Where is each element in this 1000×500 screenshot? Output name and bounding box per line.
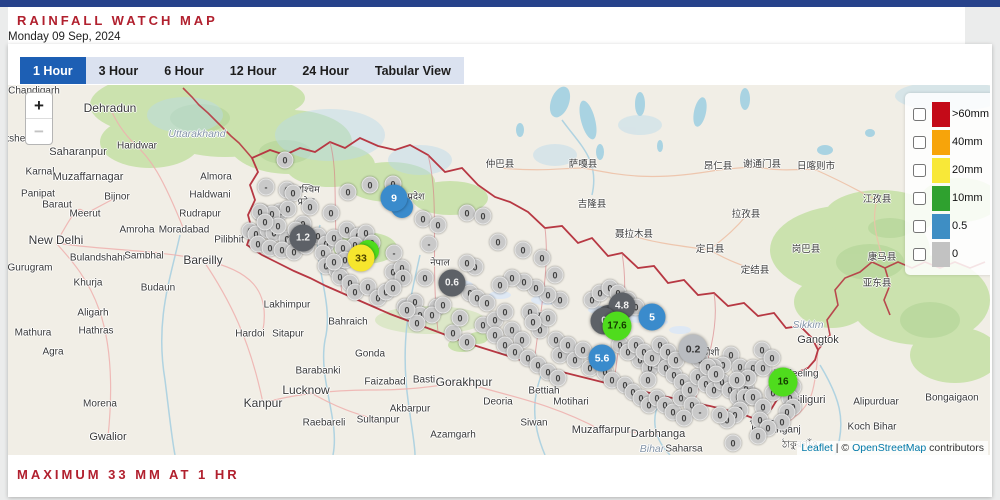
rainfall-map[interactable]: ChandigarhKurukshetraDehradunHaridwarSah… bbox=[8, 85, 990, 455]
zoom-in-button[interactable]: + bbox=[26, 93, 52, 118]
legend-checkbox-5[interactable] bbox=[913, 247, 926, 261]
legend-swatch-icon bbox=[932, 213, 950, 239]
station-marker-0[interactable]: 0 bbox=[707, 365, 725, 383]
tab-24-hour[interactable]: 24 Hour bbox=[289, 57, 362, 84]
legend-label: 0.5 bbox=[952, 220, 968, 232]
legend-checkbox-0[interactable] bbox=[913, 107, 926, 121]
station-marker-0[interactable]: 0 bbox=[524, 313, 542, 331]
station-marker-0.6[interactable]: 0.6 bbox=[438, 269, 466, 297]
page-title: RAINFALL WATCH MAP bbox=[17, 13, 218, 28]
station-marker-0[interactable]: 0 bbox=[279, 200, 297, 218]
station-marker-0[interactable]: 0 bbox=[451, 309, 469, 327]
station-marker-1.2[interactable]: 1.2 bbox=[289, 224, 317, 252]
legend-row-4: 0.5 bbox=[911, 212, 990, 240]
legend-swatch-icon bbox=[932, 185, 950, 211]
station-marker-0[interactable]: 0 bbox=[675, 409, 693, 427]
station-marker-0[interactable]: 0 bbox=[491, 276, 509, 294]
tab-1-hour[interactable]: 1 Hour bbox=[20, 57, 86, 84]
station-marker-0[interactable]: 0 bbox=[458, 254, 476, 272]
station-marker-0[interactable]: 0 bbox=[749, 427, 767, 445]
station-marker-0[interactable]: 0 bbox=[533, 249, 551, 267]
station-marker-nodata[interactable]: - bbox=[257, 178, 275, 196]
station-marker-0[interactable]: 0 bbox=[339, 183, 357, 201]
legend-checkbox-3[interactable] bbox=[913, 191, 926, 205]
legend-swatch-icon bbox=[932, 129, 950, 155]
station-marker-0[interactable]: 0 bbox=[514, 241, 532, 259]
station-marker-17.6[interactable]: 17.6 bbox=[602, 311, 632, 341]
zoom-out-button[interactable]: − bbox=[26, 118, 52, 144]
station-marker-0[interactable]: 0 bbox=[416, 269, 434, 287]
station-marker-0[interactable]: 0 bbox=[325, 253, 343, 271]
tab-6-hour[interactable]: 6 Hour bbox=[151, 57, 217, 84]
station-marker-0[interactable]: 0 bbox=[549, 369, 567, 387]
osm-link[interactable]: OpenStreetMap bbox=[852, 442, 926, 454]
station-marker-5[interactable]: 5 bbox=[638, 303, 666, 331]
station-marker-0[interactable]: 0 bbox=[458, 204, 476, 222]
station-marker-nodata[interactable]: - bbox=[385, 244, 403, 262]
legend-swatch-icon bbox=[932, 101, 950, 127]
station-marker-33[interactable]: 33 bbox=[347, 244, 375, 272]
legend-row-1: 40mm bbox=[911, 128, 990, 156]
legend-label: >60mm bbox=[952, 108, 989, 120]
station-marker-0[interactable]: 0 bbox=[434, 296, 452, 314]
legend-label: 20mm bbox=[952, 164, 983, 176]
rainfall-legend: >60mm 40mm 20mm 10mm 0.5 0 bbox=[905, 93, 990, 275]
station-marker-5.6[interactable]: 5.6 bbox=[588, 344, 616, 372]
station-marker-0[interactable]: 0 bbox=[301, 198, 319, 216]
station-marker-0[interactable]: 0 bbox=[384, 279, 402, 297]
legend-checkbox-2[interactable] bbox=[913, 163, 926, 177]
duration-tabbar: 1 Hour 3 Hour 6 Hour 12 Hour 24 Hour Tabular … bbox=[20, 57, 464, 84]
max-rainfall-note: MAXIMUM 33 MM AT 1 HR bbox=[17, 467, 240, 482]
legend-row-5: 0 bbox=[911, 240, 990, 268]
station-marker-0[interactable]: 0 bbox=[322, 204, 340, 222]
station-marker-16[interactable]: 16 bbox=[768, 367, 798, 397]
station-marker-0[interactable]: 0 bbox=[361, 176, 379, 194]
legend-label: 40mm bbox=[952, 136, 983, 148]
leaflet-link[interactable]: Leaflet bbox=[801, 442, 833, 454]
station-marker-0[interactable]: 0 bbox=[256, 213, 274, 231]
legend-swatch-icon bbox=[932, 241, 950, 267]
station-marker-0[interactable]: 0 bbox=[478, 294, 496, 312]
station-marker-nodata[interactable]: - bbox=[420, 235, 438, 253]
station-marker-0[interactable]: 0 bbox=[639, 371, 657, 389]
station-marker-0.2[interactable]: 0.2 bbox=[678, 334, 708, 364]
station-marker-0[interactable]: 0 bbox=[728, 371, 746, 389]
legend-label: 10mm bbox=[952, 192, 983, 204]
station-marker-0[interactable]: 0 bbox=[489, 233, 507, 251]
zoom-control: + − bbox=[25, 92, 53, 145]
legend-label: 0 bbox=[952, 248, 959, 260]
station-marker-0[interactable]: 0 bbox=[398, 301, 416, 319]
attribution-suffix: contributors bbox=[926, 442, 984, 454]
station-marker-9[interactable]: 9 bbox=[380, 184, 408, 212]
tab-12-hour[interactable]: 12 Hour bbox=[217, 57, 290, 84]
station-marker-0[interactable]: 0 bbox=[276, 151, 294, 169]
station-marker-0[interactable]: 0 bbox=[724, 434, 742, 452]
legend-row-2: 20mm bbox=[911, 156, 990, 184]
legend-swatch-icon bbox=[932, 157, 950, 183]
station-marker-0[interactable]: 0 bbox=[496, 303, 514, 321]
page-date: Monday 09 Sep, 2024 bbox=[8, 31, 121, 43]
legend-row-3: 10mm bbox=[911, 184, 990, 212]
station-marker-0[interactable]: 0 bbox=[429, 216, 447, 234]
legend-checkbox-4[interactable] bbox=[913, 219, 926, 233]
station-marker-nodata[interactable]: - bbox=[691, 403, 709, 421]
station-marker-0[interactable]: 0 bbox=[546, 266, 564, 284]
station-marker-0[interactable]: 0 bbox=[284, 184, 302, 202]
station-marker-0[interactable]: 0 bbox=[539, 309, 557, 327]
page-header: RAINFALL WATCH MAP Monday 09 Sep, 2024 bbox=[8, 7, 965, 44]
rain-markers: 0000000000000000000000000000000000000000… bbox=[8, 85, 990, 455]
main-card: 1 Hour 3 Hour 6 Hour 12 Hour 24 Hour Tabular … bbox=[8, 44, 992, 497]
legend-checkbox-1[interactable] bbox=[913, 135, 926, 149]
station-marker-0[interactable]: 0 bbox=[458, 333, 476, 351]
map-attribution: Leaflet | © OpenStreetMap contributors bbox=[797, 441, 988, 455]
tab-tabular-view[interactable]: Tabular View bbox=[362, 57, 464, 84]
top-accent-bar bbox=[0, 0, 1000, 7]
station-marker-0[interactable]: 0 bbox=[763, 349, 781, 367]
legend-row-0: >60mm bbox=[911, 100, 990, 128]
station-marker-0[interactable]: 0 bbox=[474, 207, 492, 225]
attribution-separator: | © bbox=[832, 442, 853, 454]
tab-3-hour[interactable]: 3 Hour bbox=[86, 57, 152, 84]
station-marker-0[interactable]: 0 bbox=[711, 406, 729, 424]
